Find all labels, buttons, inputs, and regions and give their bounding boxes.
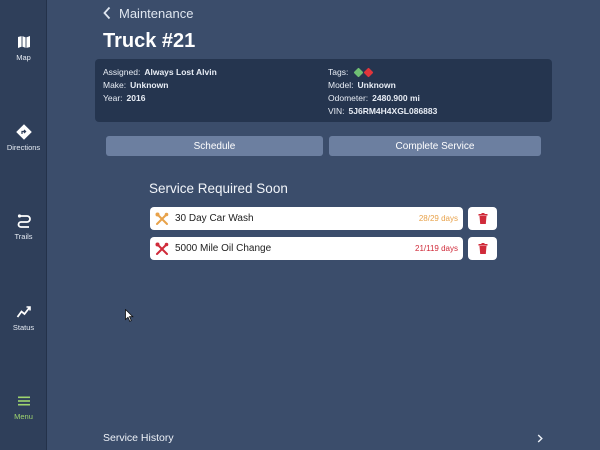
- odometer-value: 2480.900 mi: [372, 93, 420, 103]
- page-title: Truck #21: [103, 30, 196, 52]
- sidebar: Map Directions Trails Status Menu: [0, 0, 47, 450]
- year-row: Year: 2016: [103, 92, 217, 105]
- make-row: Make: Unknown: [103, 79, 217, 92]
- sidebar-item-trails[interactable]: Trails: [0, 213, 47, 241]
- service-item-name: 30 Day Car Wash: [175, 213, 254, 224]
- model-value: Unknown: [357, 80, 396, 90]
- schedule-button[interactable]: Schedule: [106, 136, 323, 156]
- trash-icon: [478, 213, 487, 224]
- tags-row: Tags:: [328, 66, 437, 79]
- delete-service-button[interactable]: [468, 237, 497, 260]
- sidebar-item-label: Directions: [6, 143, 41, 152]
- assigned-value: Always Lost Alvin: [144, 67, 217, 77]
- trails-icon: [17, 214, 31, 228]
- main-content: Maintenance Truck #21 Assigned: Always L…: [48, 0, 600, 450]
- delete-service-button[interactable]: [468, 207, 497, 230]
- status-icon: [16, 306, 31, 318]
- service-item[interactable]: 5000 Mile Oil Change 21/119 days: [150, 237, 463, 260]
- sidebar-item-directions[interactable]: Directions: [0, 124, 47, 152]
- sidebar-item-label: Map: [16, 53, 31, 62]
- menu-icon: [17, 396, 30, 406]
- directions-icon: [15, 124, 32, 140]
- sidebar-item-label: Status: [12, 323, 35, 332]
- vin-value: 5J6RM4H4XGL086883: [348, 106, 438, 116]
- sidebar-item-menu[interactable]: Menu: [0, 393, 47, 421]
- complete-service-button[interactable]: Complete Service: [329, 136, 541, 156]
- service-item-days: 28/29 days: [418, 214, 458, 223]
- back-button[interactable]: Maintenance: [102, 5, 193, 21]
- tags-key: Tags:: [328, 67, 349, 77]
- trash-icon: [478, 243, 487, 254]
- service-history-label: Service History: [103, 432, 174, 444]
- assigned-key: Assigned:: [103, 67, 141, 77]
- mouse-cursor-icon: [125, 309, 134, 322]
- service-section-title: Service Required Soon: [149, 181, 288, 196]
- info-column-left: Assigned: Always Lost Alvin Make: Unknow…: [103, 66, 217, 105]
- assigned-row: Assigned: Always Lost Alvin: [103, 66, 217, 79]
- odometer-row: Odometer: 2480.900 mi: [328, 92, 437, 105]
- sidebar-item-map[interactable]: Map: [0, 34, 47, 62]
- wrench-screwdriver-icon: [155, 242, 169, 255]
- tag-red[interactable]: [363, 67, 374, 78]
- year-value: 2016: [126, 93, 146, 103]
- make-key: Make:: [103, 80, 127, 90]
- model-key: Model:: [328, 80, 354, 90]
- model-row: Model: Unknown: [328, 79, 437, 92]
- vin-row: VIN: 5J6RM4H4XGL086883: [328, 105, 437, 118]
- sidebar-item-label: Trails: [14, 232, 33, 241]
- chevron-left-icon: [103, 6, 111, 20]
- chevron-right-icon: [537, 433, 543, 443]
- tag-green[interactable]: [353, 67, 364, 78]
- odometer-key: Odometer:: [328, 93, 369, 103]
- make-value: Unknown: [130, 80, 169, 90]
- vin-key: VIN:: [328, 106, 345, 116]
- sidebar-item-label: Menu: [14, 412, 33, 421]
- sidebar-item-status[interactable]: Status: [0, 304, 47, 332]
- map-icon: [17, 36, 30, 48]
- back-label: Maintenance: [119, 5, 194, 21]
- service-item-days: 21/119 days: [415, 244, 458, 253]
- year-key: Year:: [103, 93, 123, 103]
- info-column-right: Tags: Model: Unknown Odometer: 2480.900 …: [328, 66, 437, 118]
- service-history-row[interactable]: Service History: [103, 430, 543, 446]
- service-item[interactable]: 30 Day Car Wash 28/29 days: [150, 207, 463, 230]
- wrench-screwdriver-icon: [155, 212, 169, 225]
- vehicle-info-card: Assigned: Always Lost Alvin Make: Unknow…: [95, 59, 552, 122]
- service-item-name: 5000 Mile Oil Change: [175, 243, 272, 254]
